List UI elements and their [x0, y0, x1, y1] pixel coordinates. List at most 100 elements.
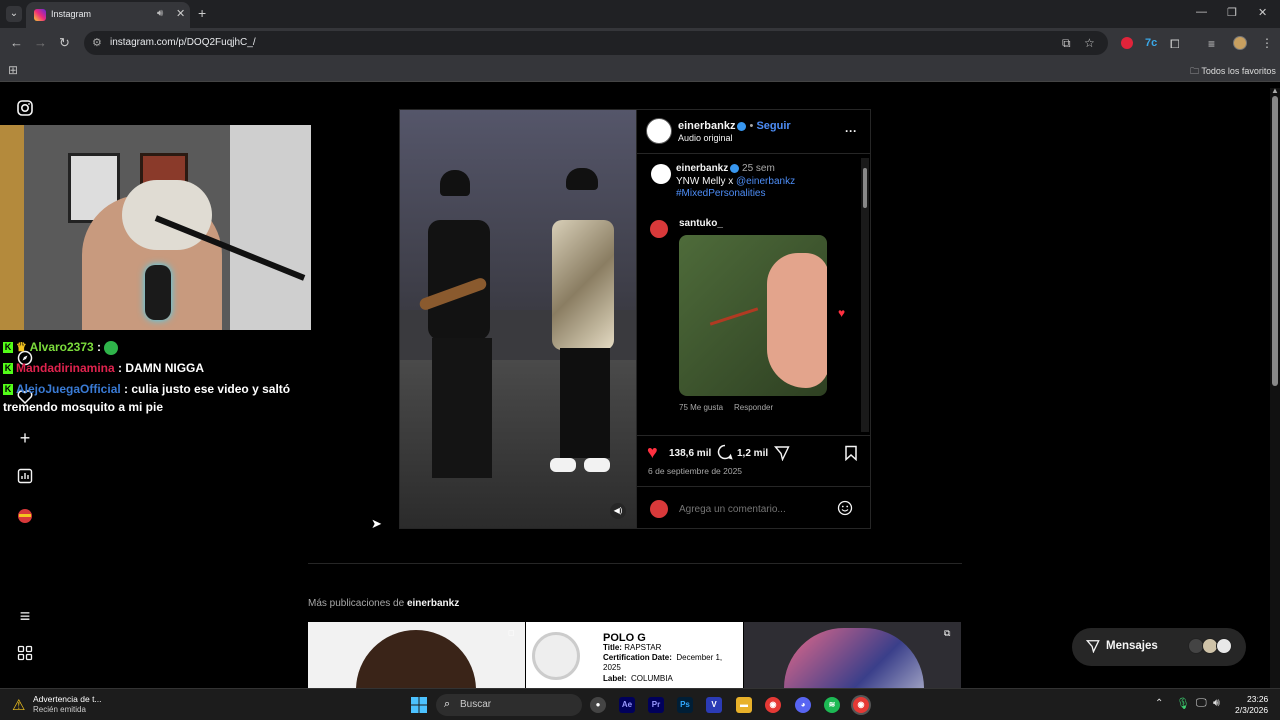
caption-author-avatar[interactable]	[651, 164, 671, 184]
new-tab-button[interactable]: +	[198, 6, 206, 20]
crown-badge-icon: ♛	[16, 340, 27, 354]
more-post-thumbnail[interactable]: ⧉	[744, 622, 961, 688]
profile-avatar-icon[interactable]	[15, 508, 35, 528]
comment-reply[interactable]: Responder	[734, 403, 773, 412]
comment-image[interactable]	[679, 235, 827, 396]
restore-button[interactable]: ❐	[1227, 6, 1237, 19]
vegas-icon[interactable]: V	[706, 697, 722, 713]
close-window-button[interactable]: ✕	[1258, 6, 1267, 19]
more-post-thumbnail[interactable]: ◻	[308, 622, 525, 688]
thumbnail-face	[356, 630, 476, 688]
warning-icon[interactable]: ⚠	[12, 696, 25, 714]
likes-count[interactable]: 138,6 mil	[669, 448, 711, 459]
create-plus-icon[interactable]: +	[15, 428, 35, 448]
post-date: 6 de septiembre de 2025	[648, 466, 743, 476]
comments-scroll-thumb[interactable]	[863, 168, 867, 208]
clock-time[interactable]: 23:26	[1247, 694, 1268, 704]
like-heart-icon[interactable]: ♥	[647, 442, 658, 463]
author-username[interactable]: einerbankz	[678, 120, 735, 132]
reload-button[interactable]: ↻	[59, 36, 70, 49]
comment-username[interactable]: santuko_	[679, 218, 723, 229]
page-scroll-thumb[interactable]	[1272, 96, 1278, 386]
chrome-icon[interactable]: ◉	[765, 697, 781, 713]
close-tab-icon[interactable]: ✕	[176, 7, 185, 20]
video-person2-cap	[566, 168, 598, 190]
all-bookmarks-folder[interactable]: 🗀︎ Todos los favoritos	[1190, 64, 1276, 80]
also-from-meta-icon[interactable]	[15, 645, 35, 665]
chrome-active-icon[interactable]: ◉	[853, 697, 869, 713]
ear-shape	[767, 253, 827, 388]
network-icon[interactable]: 🖵︎	[1196, 697, 1207, 710]
extension-translate-icon[interactable]: 7c	[1145, 37, 1157, 49]
comment-likes[interactable]: 75 Me gusta	[679, 403, 723, 412]
cert-title-label: Title:	[603, 643, 622, 652]
more-posts-author[interactable]: einerbankz	[407, 598, 459, 609]
scroll-up-arrow-icon[interactable]: ▲	[1271, 86, 1279, 95]
search-icon: ⌕	[444, 698, 451, 710]
author-avatar[interactable]	[646, 118, 672, 144]
windows-start-icon[interactable]	[411, 697, 427, 718]
forward-button[interactable]: →	[34, 36, 47, 49]
instagram-logo-icon[interactable]	[15, 100, 35, 120]
more-menu-icon[interactable]: ≡	[15, 606, 35, 626]
site-info-icon[interactable]: ⚙	[92, 36, 102, 49]
audio-label[interactable]: Audio original	[678, 133, 733, 143]
microphone-icon[interactable]: 🎙︎	[1176, 697, 1190, 710]
comment-avatar[interactable]	[650, 220, 668, 238]
share-send-icon[interactable]	[773, 445, 790, 466]
volume-icon[interactable]: 🔊︎	[1213, 697, 1220, 710]
chat-username[interactable]: Mandadirinamina	[16, 361, 115, 375]
chrome-menu-icon[interactable]: ⋮	[1261, 36, 1273, 50]
premiere-icon[interactable]: Pr	[648, 697, 664, 713]
speaker-icon[interactable]: 🔊︎	[157, 8, 163, 19]
minimize-button[interactable]: —	[1196, 6, 1207, 18]
chat-username[interactable]: AlejoJuegaOfficial	[16, 382, 121, 396]
taskbar-search-box[interactable]: ⌕ Buscar	[436, 694, 582, 716]
profile-avatar[interactable]	[1233, 36, 1247, 50]
more-post-thumbnail-certification[interactable]: POLO G Title: RAPSTAR Certification Date…	[526, 622, 743, 688]
cert-label-label: Label:	[603, 674, 627, 683]
spotify-icon[interactable]: ≋	[824, 697, 840, 713]
caption-author[interactable]: einerbankz	[676, 163, 728, 174]
clock-date[interactable]: 2/3/2026	[1235, 705, 1268, 715]
save-bookmark-icon[interactable]	[844, 445, 858, 466]
media-controls-icon[interactable]: ≡	[1208, 37, 1220, 51]
url-text[interactable]: instagram.com/p/DOQ2FuqjhC_/	[110, 37, 256, 48]
chat-message: K Mandadirinamina : DAMN NIGGA	[3, 361, 204, 375]
video-sneaker	[550, 458, 576, 472]
file-explorer-icon[interactable]: ▬	[736, 697, 752, 713]
extension-red-icon[interactable]	[1121, 37, 1133, 49]
tab-instagram[interactable]: Instagram 🔊︎ ✕	[26, 2, 190, 28]
caption-hashtag[interactable]: #MixedPersonalities	[676, 188, 766, 199]
dashboard-chart-icon[interactable]	[15, 468, 35, 488]
comment-bubble-icon[interactable]	[717, 444, 733, 465]
caption-mention[interactable]: @einerbankz	[736, 176, 795, 187]
extensions-puzzle-icon[interactable]: ⧠	[1170, 37, 1182, 51]
reel-video[interactable]: ◀︎)	[400, 110, 636, 528]
chat-username[interactable]: Alvaro2373	[30, 340, 94, 354]
messages-button[interactable]: Mensajes	[1072, 628, 1246, 666]
chat-text: culia justo ese video y saltó	[128, 382, 291, 396]
tab-title: Instagram	[51, 9, 92, 19]
back-button[interactable]: ←	[10, 36, 23, 49]
messages-send-icon	[1085, 639, 1100, 658]
more-options-icon[interactable]: ···	[845, 124, 857, 138]
apps-grid-icon[interactable]: ⊞	[8, 63, 18, 77]
follow-button[interactable]: Seguir	[756, 120, 790, 132]
obs-icon[interactable]: ●	[590, 697, 606, 713]
install-app-icon[interactable]: ⧉	[1062, 36, 1071, 51]
photoshop-icon[interactable]: Ps	[677, 697, 693, 713]
video-sound-icon[interactable]: ◀︎)	[610, 503, 626, 519]
discord-icon[interactable]: ◕	[795, 697, 811, 713]
comments-count[interactable]: 1,2 mil	[737, 448, 768, 459]
tab-search-button[interactable]: ⌄	[6, 6, 22, 22]
hidden-icons-chevron-icon[interactable]: ⌃	[1155, 698, 1163, 709]
emoji-icon[interactable]	[837, 500, 853, 521]
chat-separator: :	[114, 361, 123, 375]
add-comment-input[interactable]	[679, 501, 829, 517]
address-bar[interactable]: ⚙ instagram.com/p/DOQ2FuqjhC_/ ⧉ ☆	[84, 31, 1108, 55]
notification-title[interactable]: Advertencia de t...	[33, 694, 102, 704]
comment-like-heart-icon[interactable]: ♥	[838, 306, 845, 320]
bookmark-star-icon[interactable]: ☆	[1084, 36, 1095, 50]
after-effects-icon[interactable]: Ae	[619, 697, 635, 713]
